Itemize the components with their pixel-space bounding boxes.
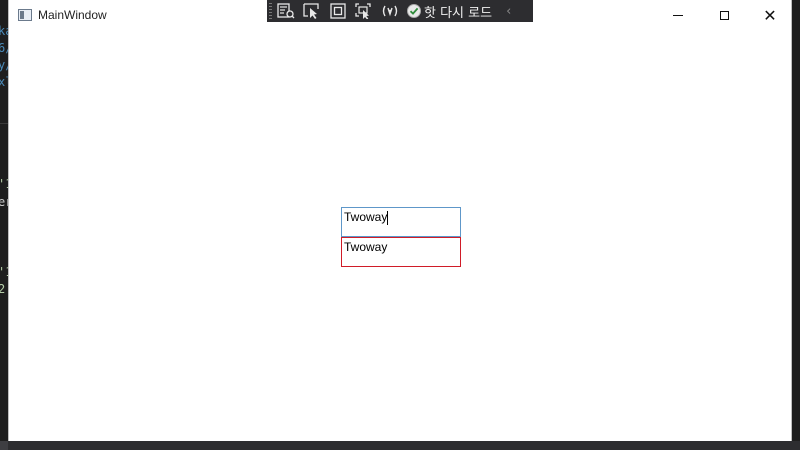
xaml-dev-toolbar: 핫 다시 로드 ‹ <box>267 0 533 22</box>
live-visual-tree-button[interactable] <box>273 0 299 22</box>
live-visual-tree-icon <box>277 3 295 19</box>
background-scroll-grip <box>0 441 8 450</box>
main-window: MainWindow ✕ Twoway Twoway <box>8 0 792 441</box>
text-caret <box>387 210 389 225</box>
maximize-button[interactable] <box>701 0 747 31</box>
track-focused-element-button[interactable] <box>351 0 377 22</box>
editor-fragment: xl <box>0 75 8 89</box>
background-status-bar <box>0 441 800 450</box>
window-title: MainWindow <box>38 8 107 22</box>
background-editor-strip: ka 6/ y/ xl '1 er '1 2 <box>0 0 8 450</box>
window-app-icon <box>18 9 32 21</box>
close-button[interactable]: ✕ <box>747 0 793 31</box>
textbox-value: Twoway <box>344 210 388 224</box>
editor-fragment: '1 <box>0 265 8 279</box>
select-element-button[interactable] <box>299 0 325 22</box>
maximize-icon <box>719 11 729 20</box>
display-layout-adorners-icon <box>330 3 346 19</box>
editor-fragment: 2 <box>0 282 6 296</box>
twoway-textbox-target[interactable]: Twoway <box>341 237 461 267</box>
editor-fragment: y/ <box>0 58 8 72</box>
display-layout-adorners-button[interactable] <box>325 0 351 22</box>
editor-fragment: '1 <box>0 177 8 191</box>
toolbar-grip-icon[interactable] <box>269 3 272 19</box>
editor-divider <box>0 123 8 124</box>
editor-fragment: ka <box>0 24 8 38</box>
twoway-textbox-source[interactable]: Twoway <box>341 207 461 237</box>
collapse-toolbar-chevron-icon[interactable]: ‹ <box>506 4 511 19</box>
binding-failures-icon <box>382 5 398 17</box>
check-circle-icon <box>407 4 421 18</box>
minimize-icon <box>673 15 683 16</box>
textbox-value: Twoway <box>344 240 388 254</box>
minimize-button[interactable] <box>655 0 701 31</box>
hot-reload-button[interactable]: 핫 다시 로드 <box>407 0 492 22</box>
binding-failures-button[interactable] <box>377 0 403 22</box>
close-icon: ✕ <box>763 6 777 25</box>
hot-reload-label: 핫 다시 로드 <box>424 5 493 21</box>
editor-fragment: 6/ <box>0 41 8 55</box>
select-element-icon <box>303 3 319 19</box>
editor-fragment: er <box>0 195 8 209</box>
track-focused-element-icon <box>355 3 371 19</box>
